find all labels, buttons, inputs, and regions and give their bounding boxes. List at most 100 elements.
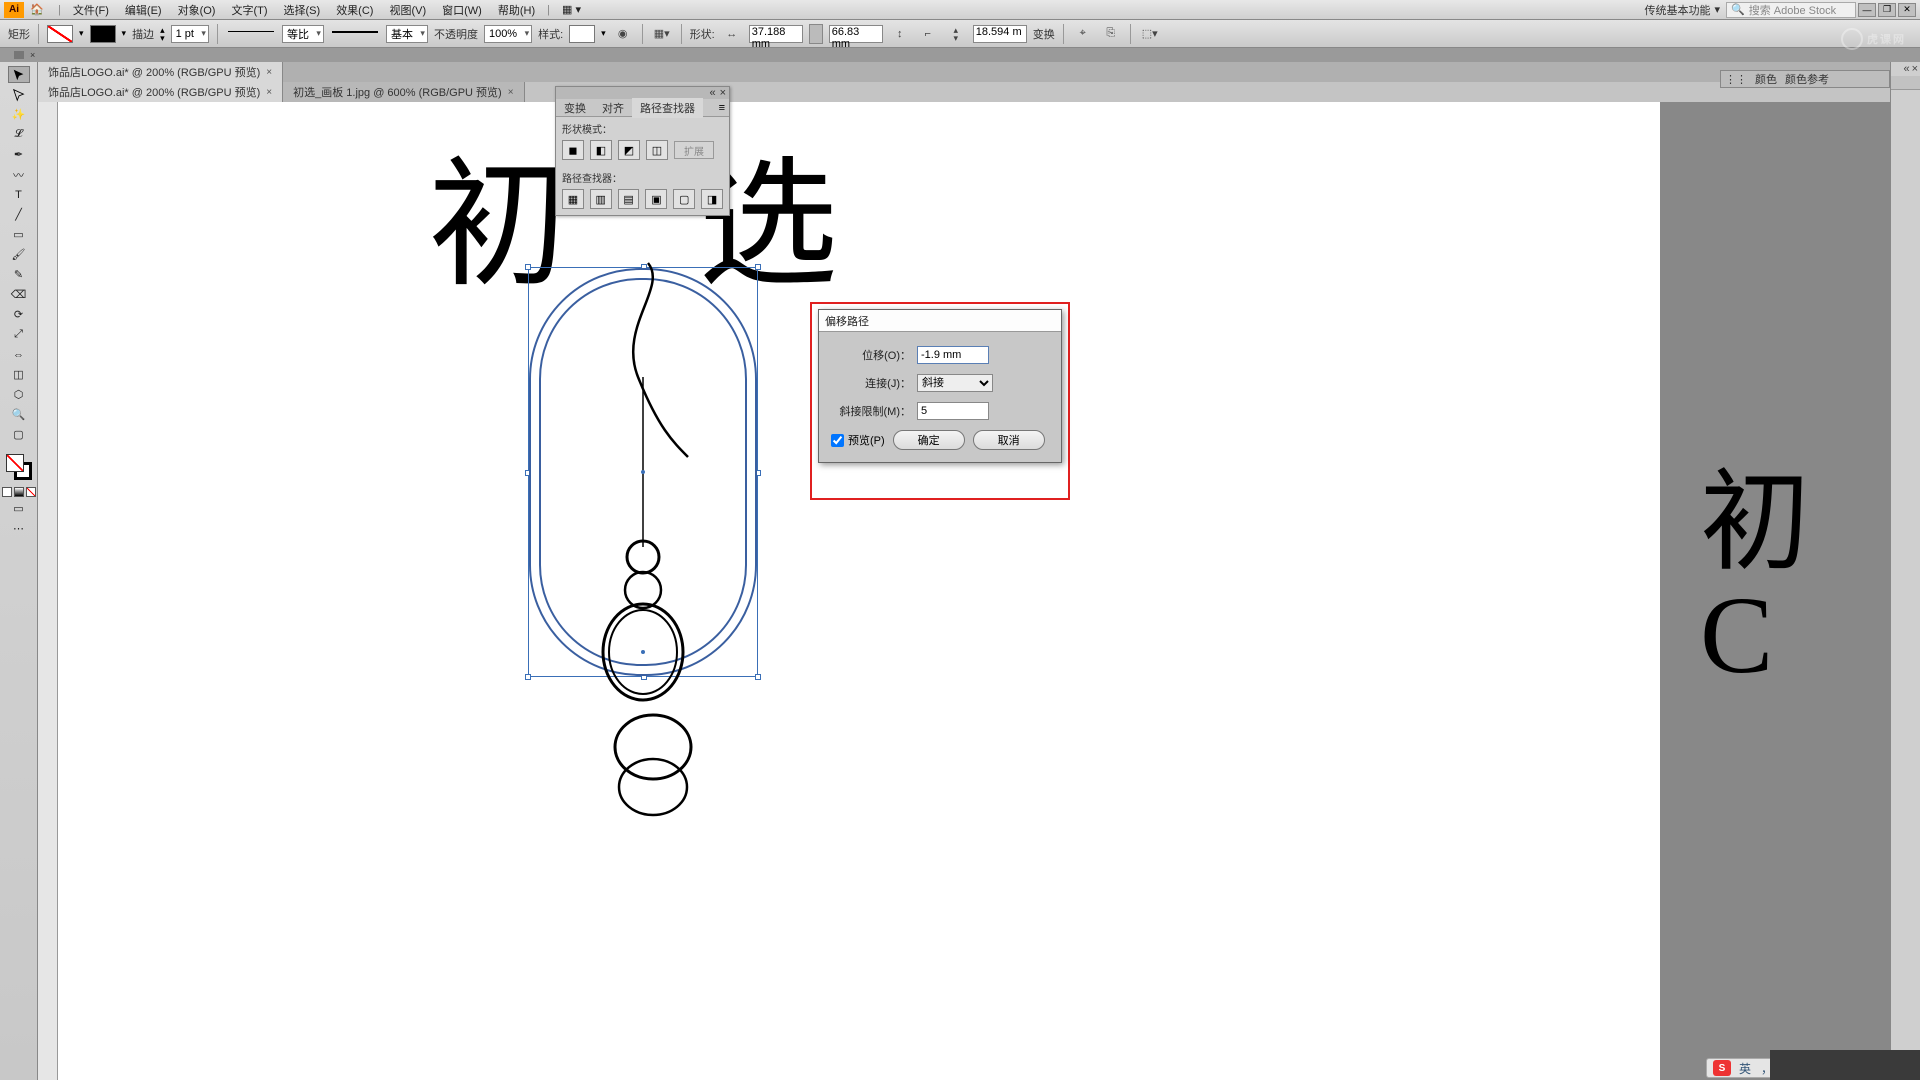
- brush-select[interactable]: 基本: [386, 25, 428, 43]
- corner-input[interactable]: 18.594 m: [973, 25, 1027, 43]
- preview-checkbox[interactable]: 预览(P): [831, 432, 885, 448]
- close-icon[interactable]: ×: [266, 87, 272, 98]
- curvature-tool-icon[interactable]: 〰: [8, 166, 30, 183]
- rotate-tool-icon[interactable]: ⟳: [8, 306, 30, 323]
- shape-builder-tool-icon[interactable]: ⬡: [8, 386, 30, 403]
- menu-arrange-icon[interactable]: ▦ ▾: [554, 1, 589, 18]
- align-icon[interactable]: ▦▾: [651, 24, 673, 44]
- menu-help[interactable]: 帮助(H): [490, 0, 543, 20]
- divide-icon[interactable]: ▦: [562, 189, 584, 209]
- artboard-tool-icon[interactable]: ▢: [8, 426, 30, 443]
- merge-icon[interactable]: ▤: [618, 189, 640, 209]
- panel-stub[interactable]: [1891, 76, 1920, 90]
- offset-input[interactable]: [917, 346, 989, 364]
- unite-icon[interactable]: ◼: [562, 140, 584, 160]
- trim-icon[interactable]: ▥: [590, 189, 612, 209]
- window-restore-icon[interactable]: ❐: [1878, 3, 1896, 17]
- menu-window[interactable]: 窗口(W): [434, 0, 490, 20]
- outline-icon[interactable]: ▢: [673, 189, 695, 209]
- toolbox-close-icon[interactable]: ×: [30, 50, 35, 60]
- window-close-icon[interactable]: ✕: [1898, 3, 1916, 17]
- intersect-icon[interactable]: ◩: [618, 140, 640, 160]
- ime-lang[interactable]: 英: [1737, 1060, 1753, 1076]
- scale-tool-icon[interactable]: ⤢: [8, 326, 30, 343]
- align-tab[interactable]: 对齐: [594, 98, 632, 118]
- close-icon[interactable]: ×: [508, 87, 514, 98]
- ok-button[interactable]: 确定: [893, 430, 965, 450]
- screen-mode-icon[interactable]: ▭: [8, 500, 30, 517]
- shaper-tool-icon[interactable]: ✎: [8, 266, 30, 283]
- menu-edit[interactable]: 编辑(E): [117, 0, 170, 20]
- corner-stepper-icon[interactable]: ▴▾: [945, 24, 967, 44]
- panel-menu-icon[interactable]: ≡: [715, 102, 729, 114]
- paintbrush-tool-icon[interactable]: 🖌: [8, 246, 30, 263]
- arrange-icon[interactable]: ⬚▾: [1139, 24, 1161, 44]
- zoom-tool-icon[interactable]: 🔍: [8, 406, 30, 423]
- menu-effect[interactable]: 效果(C): [328, 0, 381, 20]
- transform-label[interactable]: 变换: [1033, 26, 1055, 42]
- toolbox-grip-icon[interactable]: [14, 51, 24, 59]
- panel-close-icon[interactable]: ×: [720, 87, 726, 99]
- minus-back-icon[interactable]: ◨: [701, 189, 723, 209]
- edit-toolbar-icon[interactable]: ⋯: [8, 520, 30, 537]
- menu-object[interactable]: 对象(O): [170, 0, 224, 20]
- type-tool-icon[interactable]: T: [8, 186, 30, 203]
- color-tab[interactable]: 颜色: [1755, 71, 1777, 87]
- color-guide-tab[interactable]: 颜色参考: [1785, 71, 1829, 87]
- width-icon[interactable]: ↔: [721, 24, 743, 44]
- menu-select[interactable]: 选择(S): [276, 0, 329, 20]
- stroke-weight-input[interactable]: 1 pt: [171, 25, 209, 43]
- menu-type[interactable]: 文字(T): [223, 0, 275, 20]
- join-select[interactable]: 斜接: [917, 374, 993, 392]
- recolor-icon[interactable]: ◉: [612, 24, 634, 44]
- pathfinder-panel[interactable]: «× 变换 对齐 路径查找器 ≡ 形状模式： ◼ ◧ ◩ ◫ 扩展 路径查找器：…: [555, 86, 730, 216]
- menu-file[interactable]: 文件(F): [65, 0, 117, 20]
- isolate2-icon[interactable]: ⎘: [1100, 24, 1122, 44]
- width-tool-icon[interactable]: ⇔: [8, 346, 30, 363]
- document-tab-2[interactable]: 初选_画板 1.jpg @ 600% (RGB/GPU 预览)×: [283, 82, 524, 102]
- fill-stroke-swatch[interactable]: [6, 454, 32, 480]
- style-swatch[interactable]: [569, 25, 595, 43]
- corner-type-icon[interactable]: ⌐: [917, 24, 939, 44]
- exclude-icon[interactable]: ◫: [646, 140, 668, 160]
- cancel-button[interactable]: 取消: [973, 430, 1045, 450]
- miter-input[interactable]: [917, 402, 989, 420]
- window-minimize-icon[interactable]: —: [1858, 3, 1876, 17]
- pathfinder-tab[interactable]: 路径查找器: [632, 98, 703, 118]
- opacity-input[interactable]: 100%: [484, 25, 532, 43]
- magic-wand-tool-icon[interactable]: ✨: [8, 106, 30, 123]
- direct-selection-tool-icon[interactable]: [8, 86, 30, 103]
- stroke-profile-select[interactable]: 等比: [282, 25, 324, 43]
- stroke-stepper-icon[interactable]: ▴▾: [160, 26, 165, 42]
- minus-front-icon[interactable]: ◧: [590, 140, 612, 160]
- fill-swatch[interactable]: [47, 25, 73, 43]
- transform-tab[interactable]: 变换: [556, 98, 594, 118]
- menu-view[interactable]: 视图(V): [381, 0, 434, 20]
- workspace-switcher[interactable]: 传统基本功能▾: [1638, 0, 1726, 20]
- search-stock-input[interactable]: 🔍搜索 Adobe Stock: [1726, 2, 1856, 18]
- panel-collapse-icon[interactable]: «: [709, 87, 715, 99]
- crop-icon[interactable]: ▣: [645, 189, 667, 209]
- height-input[interactable]: 66.83 mm: [829, 25, 883, 43]
- isolate-icon[interactable]: ⌖: [1072, 24, 1094, 44]
- color-mode-row[interactable]: [2, 487, 36, 497]
- home-icon[interactable]: 🏠: [28, 2, 46, 18]
- close-icon[interactable]: ×: [266, 67, 272, 78]
- document-tab-1b[interactable]: 饰品店LOGO.ai* @ 200% (RGB/GPU 预览)×: [38, 82, 283, 102]
- link-wh-icon[interactable]: [809, 24, 823, 44]
- dialog-title[interactable]: 偏移路径: [819, 310, 1061, 332]
- color-panel-grip-icon[interactable]: ⋮⋮: [1725, 73, 1747, 86]
- canvas[interactable]: 初 选: [58, 102, 1660, 1080]
- rail-collapse-icon[interactable]: «: [1903, 63, 1909, 75]
- pen-tool-icon[interactable]: ✒: [8, 146, 30, 163]
- line-tool-icon[interactable]: ╱: [8, 206, 30, 223]
- rectangle-tool-icon[interactable]: ▭: [8, 226, 30, 243]
- ime-logo-icon[interactable]: S: [1713, 1060, 1731, 1076]
- eraser-tool-icon[interactable]: ⌫: [8, 286, 30, 303]
- stroke-swatch[interactable]: [90, 25, 116, 43]
- color-panel[interactable]: ⋮⋮ 颜色 颜色参考: [1720, 70, 1890, 88]
- lasso-tool-icon[interactable]: 𝓛: [8, 126, 30, 143]
- free-transform-tool-icon[interactable]: ◫: [8, 366, 30, 383]
- document-tab-1[interactable]: 饰品店LOGO.ai* @ 200% (RGB/GPU 预览)×: [38, 62, 283, 82]
- rail-close-icon[interactable]: ×: [1912, 63, 1918, 75]
